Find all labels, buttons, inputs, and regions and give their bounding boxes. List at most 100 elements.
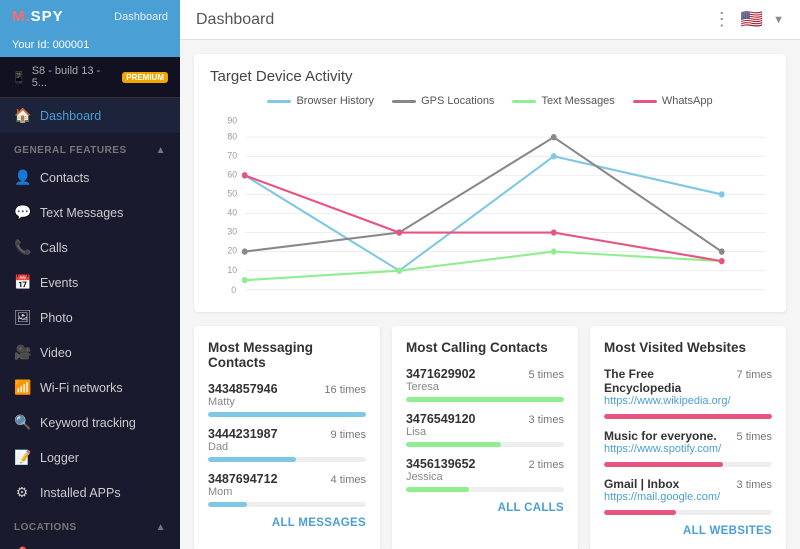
sidebar-item-dashboard[interactable]: 🏠 Dashboard [0, 98, 180, 133]
activity-chart-card: Target Device Activity Browser History G… [194, 54, 786, 312]
calling-contact-3-name: Jessica [406, 471, 476, 483]
activity-chart-svg: 0 10 20 30 40 50 60 70 80 90 [210, 115, 770, 295]
calling-card-title: Most Calling Contacts [406, 340, 564, 355]
messaging-contact-2-name: Dad [208, 441, 278, 453]
sidebar-item-apps[interactable]: ⚙ Installed APPs [0, 475, 180, 510]
website-2-url[interactable]: https://www.spotify.com/ [604, 443, 721, 455]
sidebar-item-gps[interactable]: 📍 GPS Locations [0, 537, 180, 549]
website-1-times: 7 times [737, 367, 772, 381]
legend-whatsapp: WhatsApp [633, 95, 713, 107]
calling-contacts-card: Most Calling Contacts 3471629902 Teresa … [392, 326, 578, 549]
website-1-name: The Free Encyclopedia [604, 367, 731, 395]
sidebar-item-events[interactable]: 📅 Events [0, 265, 180, 300]
apps-icon: ⚙ [14, 484, 30, 501]
general-section-header: GENERAL FEATURES ▲ [0, 137, 180, 160]
sidebar-item-contacts[interactable]: 👤 Contacts [0, 160, 180, 195]
calling-contact-2: 3476549120 Lisa 3 times [406, 412, 564, 447]
website-3-times: 3 times [737, 477, 772, 491]
events-icon: 📅 [14, 274, 30, 291]
messaging-contact-3: 3487694712 Mom 4 times [208, 472, 366, 507]
language-flag[interactable]: 🇺🇸 [741, 9, 763, 30]
calling-contact-3-number: 3456139652 [406, 457, 476, 471]
chart-title: Target Device Activity [210, 68, 770, 85]
websites-card-title: Most Visited Websites [604, 340, 772, 355]
svg-text:90: 90 [227, 115, 237, 125]
logger-icon: 📝 [14, 449, 30, 466]
chevron-up-icon: ▲ [156, 145, 166, 156]
sidebar: M.SPY Dashboard Your Id: 000001 📱 S8 - b… [0, 0, 180, 549]
sidebar-nav: 🏠 Dashboard GENERAL FEATURES ▲ 👤 Contact… [0, 98, 180, 549]
messaging-contact-1-name: Matty [208, 396, 278, 408]
sidebar-item-text-messages[interactable]: 💬 Text Messages [0, 195, 180, 230]
app-logo: M.SPY [12, 8, 64, 25]
topbar-actions: ⋮ 🇺🇸 ▼ [713, 9, 784, 30]
calling-contact-2-times: 3 times [529, 414, 564, 426]
sidebar-item-wifi[interactable]: 📶 Wi-Fi networks [0, 370, 180, 405]
svg-text:60: 60 [227, 169, 237, 179]
calling-contact-3: 3456139652 Jessica 2 times [406, 457, 564, 492]
website-3: Gmail | Inbox https://mail.google.com/ 3… [604, 477, 772, 515]
all-calls-link[interactable]: ALL CALLS [406, 502, 564, 514]
sidebar-item-logger[interactable]: 📝 Logger [0, 440, 180, 475]
visited-websites-card: Most Visited Websites The Free Encyclope… [590, 326, 786, 549]
website-1: The Free Encyclopedia https://www.wikipe… [604, 367, 772, 419]
sidebar-header: M.SPY Dashboard [0, 0, 180, 33]
calling-contact-1: 3471629902 Teresa 5 times [406, 367, 564, 402]
calling-contact-3-times: 2 times [529, 459, 564, 471]
text-messages-icon: 💬 [14, 204, 30, 221]
contacts-icon: 👤 [14, 169, 30, 186]
keyword-icon: 🔍 [14, 414, 30, 431]
calls-icon: 📞 [14, 239, 30, 256]
calling-contact-1-times: 5 times [529, 369, 564, 381]
svg-text:80: 80 [227, 131, 237, 141]
sidebar-item-video[interactable]: 🎥 Video [0, 335, 180, 370]
chevron-up-icon-2: ▲ [156, 522, 166, 533]
photo-icon: 🖼 [14, 309, 30, 326]
sidebar-item-calls[interactable]: 📞 Calls [0, 230, 180, 265]
video-icon: 🎥 [14, 344, 30, 361]
messaging-contact-2: 3444231987 Dad 9 times [208, 427, 366, 462]
page-title: Dashboard [196, 11, 274, 29]
dropdown-chevron[interactable]: ▼ [773, 14, 784, 26]
messaging-contact-1-number: 3434857946 [208, 382, 278, 396]
dashboard-label: Dashboard [40, 109, 101, 123]
calling-contact-1-name: Teresa [406, 381, 476, 393]
sidebar-item-photo[interactable]: 🖼 Photo [0, 300, 180, 335]
website-2-times: 5 times [737, 429, 772, 443]
chart-legend: Browser History GPS Locations Text Messa… [210, 95, 770, 107]
all-websites-link[interactable]: ALL WEBSITES [604, 525, 772, 537]
website-2-name: Music for everyone. [604, 429, 721, 443]
messaging-contacts-card: Most Messaging Contacts 3434857946 Matty… [194, 326, 380, 549]
topbar: Dashboard ⋮ 🇺🇸 ▼ [180, 0, 800, 40]
more-options-icon[interactable]: ⋮ [713, 9, 731, 30]
svg-text:0: 0 [231, 285, 236, 295]
website-2: Music for everyone. https://www.spotify.… [604, 429, 772, 467]
messaging-card-title: Most Messaging Contacts [208, 340, 366, 370]
website-3-name: Gmail | Inbox [604, 477, 720, 491]
content-area: Target Device Activity Browser History G… [180, 40, 800, 549]
messaging-contact-1-times: 16 times [324, 384, 366, 396]
svg-text:50: 50 [227, 188, 237, 198]
messaging-contact-3-number: 3487694712 [208, 472, 278, 486]
main-content: Dashboard ⋮ 🇺🇸 ▼ Target Device Activity … [180, 0, 800, 549]
device-icon: 📱 [12, 71, 26, 84]
legend-gps: GPS Locations [392, 95, 494, 107]
calling-contact-2-name: Lisa [406, 426, 476, 438]
user-id-bar: Your Id: 000001 [0, 33, 180, 57]
svg-text:40: 40 [227, 207, 237, 217]
sidebar-item-keyword[interactable]: 🔍 Keyword tracking [0, 405, 180, 440]
premium-badge: PREMIUM [122, 72, 168, 83]
locations-section-header: LOCATIONS ▲ [0, 514, 180, 537]
all-messages-link[interactable]: ALL MESSAGES [208, 517, 366, 529]
device-info: 📱 S8 - build 13 - 5... PREMIUM [0, 57, 180, 98]
website-3-url[interactable]: https://mail.google.com/ [604, 491, 720, 503]
svg-text:10: 10 [227, 264, 237, 274]
messaging-contact-3-name: Mom [208, 486, 278, 498]
legend-text: Text Messages [512, 95, 614, 107]
wifi-icon: 📶 [14, 379, 30, 396]
calling-contact-1-number: 3471629902 [406, 367, 476, 381]
messaging-contact-1: 3434857946 Matty 16 times [208, 382, 366, 417]
messaging-contact-3-times: 4 times [331, 474, 366, 486]
website-1-url[interactable]: https://www.wikipedia.org/ [604, 395, 731, 407]
stats-cards-row: Most Messaging Contacts 3434857946 Matty… [194, 326, 786, 549]
